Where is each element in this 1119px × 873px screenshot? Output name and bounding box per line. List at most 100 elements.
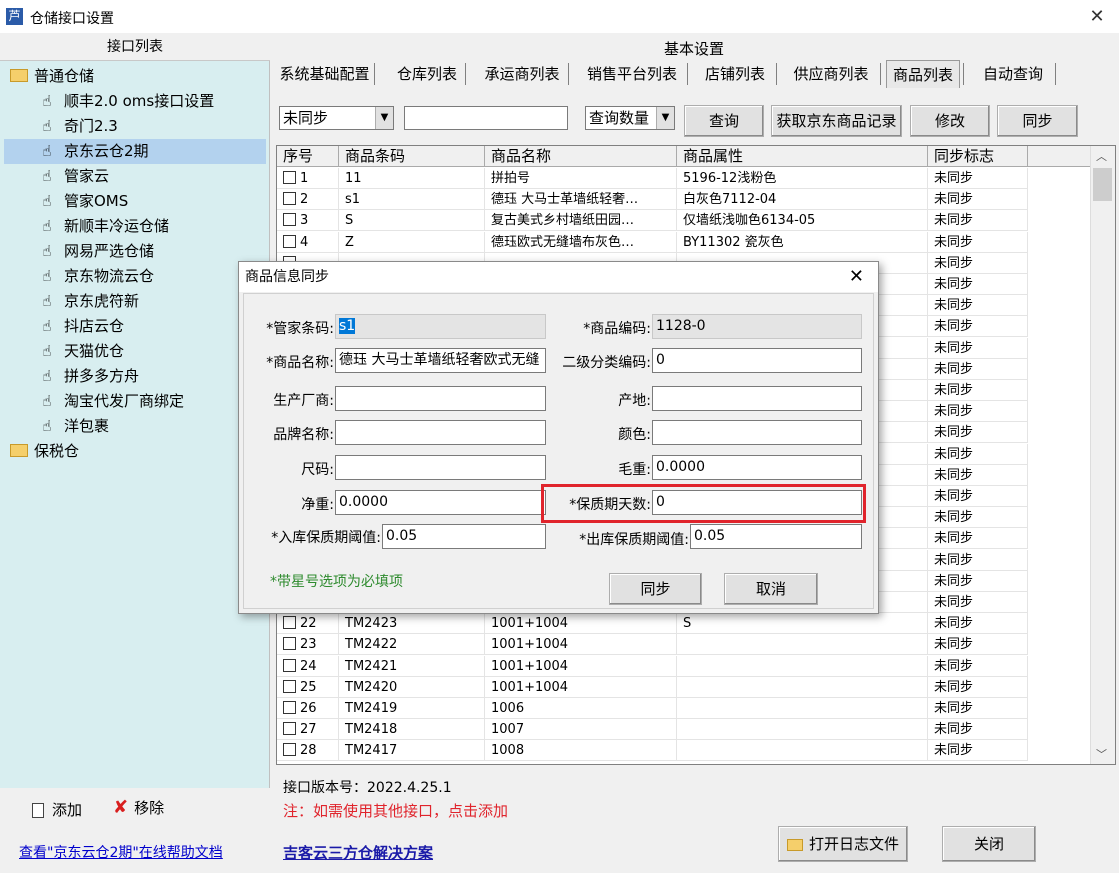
table-cell-flag: 未同步 [928,295,1028,317]
tree-item[interactable]: ☝ 京东云仓2期 [4,139,266,164]
row-checkbox[interactable] [283,658,296,672]
shelf-days-field[interactable]: 0 [652,490,862,515]
table-cell-flag: 未同步 [928,698,1028,719]
grid-scrollbar[interactable]: ︿ ﹀ [1090,146,1115,764]
table-row[interactable]: 1 11 拼拍号 5196-12浅粉色 未同步 [277,168,1093,189]
size-field[interactable] [335,455,546,480]
tree-item[interactable]: 普通仓储 [10,64,94,89]
dialog-close-icon[interactable]: ✕ [849,265,864,289]
cell-text: s1 [345,192,361,208]
tree-item[interactable]: ☝ 管家云 [38,164,109,189]
row-checkbox[interactable] [283,234,296,248]
scrollbar-thumb[interactable] [1093,168,1112,201]
table-row[interactable]: 3 S 复古美式乡村墙纸田园… 仅墙纸浅咖色6134-05 未同步 [277,210,1093,232]
table-row[interactable]: 22 TM2423 1001+1004 S 未同步 [277,613,1093,635]
chevron-down-icon[interactable]: ▼ [375,107,393,129]
column-header[interactable]: 同步标志 [928,146,1028,167]
table-cell-flag: 未同步 [928,676,1028,698]
tree-item[interactable]: ☝ 淘宝代发厂商绑定 [38,389,184,414]
table-row[interactable]: 4 Z 德珏欧式无缝墙布灰色… BY11302 瓷灰色 未同步 [277,231,1093,253]
tree-item[interactable]: ☝ 京东物流云仓 [38,264,154,289]
row-checkbox[interactable] [283,192,296,206]
tab-item[interactable]: 销售平台列表 [580,60,684,88]
gj-barcode-field[interactable]: s1 [335,314,546,339]
query-field-select[interactable]: 查询数量 ▼ [585,106,675,130]
tree-item[interactable]: ☝ 网易严选仓储 [38,239,154,264]
row-checkbox[interactable] [283,701,296,714]
row-checkbox[interactable] [283,616,296,630]
row-checkbox[interactable] [283,637,296,651]
column-header[interactable]: 商品属性 [677,146,928,167]
column-header[interactable]: 商品条码 [339,146,485,167]
brand-field[interactable] [335,420,546,445]
tree-item[interactable]: 保税仓 [10,439,79,464]
tab-item[interactable]: 商品列表 [886,60,960,88]
tree-item[interactable]: ☝ 洋包裹 [38,414,109,439]
fetch-jd-records-button[interactable]: 获取京东商品记录 [771,105,902,137]
cell-text: S [345,213,354,229]
tree-item[interactable]: ☝ 顺丰2.0 oms接口设置 [38,89,214,114]
dialog-sync-button[interactable]: 同步 [609,573,702,605]
table-row[interactable]: 24 TM2421 1001+1004 未同步 [277,655,1093,677]
query-button[interactable]: 查询 [684,105,764,137]
cat2-code-field[interactable]: 0 [652,348,862,373]
cell-text: 未同步 [934,340,974,356]
add-button[interactable]: 添加 [32,799,82,820]
tree-item[interactable]: ☝ 天猫优仓 [38,339,124,364]
table-row[interactable]: 23 TM2422 1001+1004 未同步 [277,634,1093,656]
tab-item[interactable]: 自动查询 [974,60,1052,88]
table-row[interactable]: 26 TM2419 1006 未同步 [277,698,1093,719]
remove-button[interactable]: ✘ 移除 [113,797,164,818]
net-weight-label: 净重: [301,497,334,513]
tree-item[interactable]: ☝ 拼多多方舟 [38,364,139,389]
item-code-field[interactable]: 1128-0 [652,314,862,339]
sync-button[interactable]: 同步 [997,105,1078,137]
close-icon[interactable]: ✕ [1085,5,1109,29]
tab-item[interactable]: 承运商列表 [479,60,565,88]
tab-item[interactable]: 系统基础配置 [278,60,371,88]
tab-item[interactable]: 仓库列表 [392,60,462,88]
table-row[interactable]: 27 TM2418 1007 未同步 [277,719,1093,741]
row-checkbox[interactable] [283,213,296,227]
row-checkbox[interactable] [283,171,296,184]
help-doc-link[interactable]: 查看"京东云仓2期"在线帮助文档 [19,842,223,862]
dialog-cancel-button[interactable]: 取消 [724,573,818,605]
out-threshold-field[interactable]: 0.05 [690,524,862,549]
modify-button[interactable]: 修改 [910,105,990,137]
cell-text: 未同步 [934,404,974,420]
gross-weight-field[interactable]: 0.0000 [652,455,862,480]
column-header[interactable]: 序号 [277,146,339,167]
tab-item[interactable]: 供应商列表 [785,60,877,88]
chevron-down-icon[interactable]: ▼ [656,107,674,129]
keyword-input[interactable] [404,106,568,130]
tree-item[interactable]: ☝ 管家OMS [38,189,128,214]
sync-status-select[interactable]: 未同步 ▼ [279,106,394,130]
table-cell-flag: 未同步 [928,592,1028,613]
in-threshold-field[interactable]: 0.05 [382,524,546,549]
scroll-down-icon[interactable]: ﹀ [1096,746,1107,762]
origin-field[interactable] [652,386,862,411]
tree-item[interactable]: ☝ 抖店云仓 [38,314,124,339]
row-checkbox[interactable] [283,743,296,757]
item-name-field[interactable]: 德珏 大马士革墙纸轻奢欧式无缝 [335,348,546,373]
row-checkbox[interactable] [283,679,296,693]
tree-item[interactable]: ☝ 新顺丰冷运仓储 [38,214,169,239]
table-row[interactable]: 25 TM2420 1001+1004 未同步 [277,676,1093,698]
tab-item[interactable]: 店铺列表 [697,60,773,88]
color-field[interactable] [652,420,862,445]
column-header[interactable] [1028,146,1093,167]
tree-item[interactable]: ☝ 奇门2.3 [38,114,117,139]
solution-link[interactable]: 吉客云三方仓解决方案 [283,842,433,863]
manufacturer-field[interactable] [335,386,546,411]
cell-text: 未同步 [934,679,974,695]
column-header[interactable]: 商品名称 [485,146,677,167]
table-row[interactable]: 28 TM2417 1008 未同步 [277,740,1093,762]
tree-item[interactable]: ☝ 京东虎符新 [38,289,139,314]
row-checkbox[interactable] [283,722,296,736]
net-weight-field[interactable]: 0.0000 [335,490,546,515]
open-log-button[interactable]: 打开日志文件 [778,826,908,862]
table-row[interactable]: 2 s1 德珏 大马士革墙纸轻奢… 白灰色7112-04 未同步 [277,189,1093,211]
hand-pointer-icon: ☝ [42,92,52,110]
scroll-up-icon[interactable]: ︿ [1096,148,1107,164]
close-button[interactable]: 关闭 [942,826,1036,862]
